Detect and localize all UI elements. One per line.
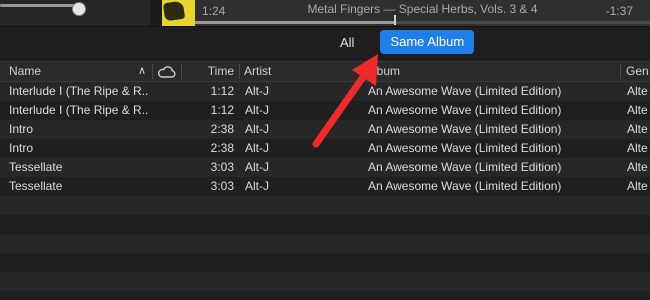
track-album: An Awesome Wave (Limited Edition): [368, 84, 562, 98]
track-album: An Awesome Wave (Limited Edition): [368, 179, 562, 193]
track-album: An Awesome Wave (Limited Edition): [368, 141, 562, 155]
filter-all-button[interactable]: All: [333, 35, 361, 50]
empty-row: [0, 272, 650, 291]
track-name: Intro: [9, 122, 34, 136]
column-divider[interactable]: [152, 64, 153, 79]
empty-row: [0, 196, 650, 215]
track-genre: Alte: [627, 84, 648, 98]
column-divider[interactable]: [239, 64, 240, 79]
track-time: 1:12: [210, 84, 234, 98]
empty-row: [0, 253, 650, 272]
track-album: An Awesome Wave (Limited Edition): [368, 103, 562, 117]
track-genre: Alte: [627, 122, 648, 136]
remaining-time[interactable]: -1:37: [606, 4, 633, 18]
empty-row: [0, 215, 650, 234]
track-name: Interlude I (The Ripe & R...: [9, 103, 149, 117]
track-time: 2:38: [210, 122, 234, 136]
volume-slider[interactable]: [0, 2, 86, 16]
track-time: 2:38: [210, 141, 234, 155]
track-time: 3:03: [210, 160, 234, 174]
table-row[interactable]: Interlude I (The Ripe & R... 1:12 Alt-J …: [0, 101, 650, 120]
track-artist: Alt-J: [245, 179, 269, 193]
track-genre: Alte: [627, 103, 648, 117]
column-header-artist[interactable]: Artist: [244, 62, 304, 81]
column-header-album[interactable]: Album: [366, 62, 446, 81]
empty-row: [0, 234, 650, 253]
album-artwork[interactable]: [150, 0, 195, 26]
table-row[interactable]: Interlude I (The Ripe & R... 1:12 Alt-J …: [0, 82, 650, 101]
now-playing-title[interactable]: Metal Fingers — Special Herbs, Vols. 3 &…: [195, 2, 650, 16]
empty-row: [0, 291, 650, 300]
track-artist: Alt-J: [245, 122, 269, 136]
track-time: 1:12: [210, 103, 234, 117]
table-row[interactable]: Tessellate 3:03 Alt-J An Awesome Wave (L…: [0, 158, 650, 177]
track-name: Tessellate: [9, 160, 63, 174]
table-row[interactable]: Tessellate 3:03 Alt-J An Awesome Wave (L…: [0, 177, 650, 196]
track-artist: Alt-J: [245, 103, 269, 117]
track-genre: Alte: [627, 179, 648, 193]
table-row[interactable]: Intro 2:38 Alt-J An Awesome Wave (Limite…: [0, 139, 650, 158]
table-row[interactable]: Intro 2:38 Alt-J An Awesome Wave (Limite…: [0, 120, 650, 139]
track-album: An Awesome Wave (Limited Edition): [368, 122, 562, 136]
now-playing-display: 1:24 Metal Fingers — Special Herbs, Vols…: [195, 0, 650, 26]
cloud-icon[interactable]: [157, 66, 176, 78]
table-header: Name ∧ Time Artist Album Gen: [0, 61, 650, 82]
track-album: An Awesome Wave (Limited Edition): [368, 160, 562, 174]
volume-knob[interactable]: [72, 2, 86, 16]
track-artist: Alt-J: [245, 160, 269, 174]
column-divider[interactable]: [361, 64, 362, 79]
track-name: Interlude I (The Ripe & R...: [9, 84, 149, 98]
album-filter-control: All Same Album: [333, 30, 475, 54]
track-name: Intro: [9, 141, 34, 155]
progress-bar[interactable]: [195, 15, 650, 25]
progress-fill: [195, 21, 396, 24]
chevron-up-icon[interactable]: ∧: [138, 64, 146, 77]
column-header-genre[interactable]: Gen: [626, 62, 650, 81]
player-bar: 1:24 Metal Fingers — Special Herbs, Vols…: [0, 0, 650, 27]
progress-knob[interactable]: [394, 15, 397, 25]
track-name: Tessellate: [9, 179, 63, 193]
column-divider[interactable]: [181, 64, 182, 79]
track-time: 3:03: [210, 179, 234, 193]
track-artist: Alt-J: [245, 141, 269, 155]
column-header-name[interactable]: Name: [9, 62, 129, 81]
column-header-time[interactable]: Time: [184, 62, 234, 81]
track-genre: Alte: [627, 160, 648, 174]
filter-same-album-button[interactable]: Same Album: [380, 30, 475, 54]
track-artist: Alt-J: [245, 84, 269, 98]
track-genre: Alte: [627, 141, 648, 155]
column-divider[interactable]: [620, 64, 621, 79]
